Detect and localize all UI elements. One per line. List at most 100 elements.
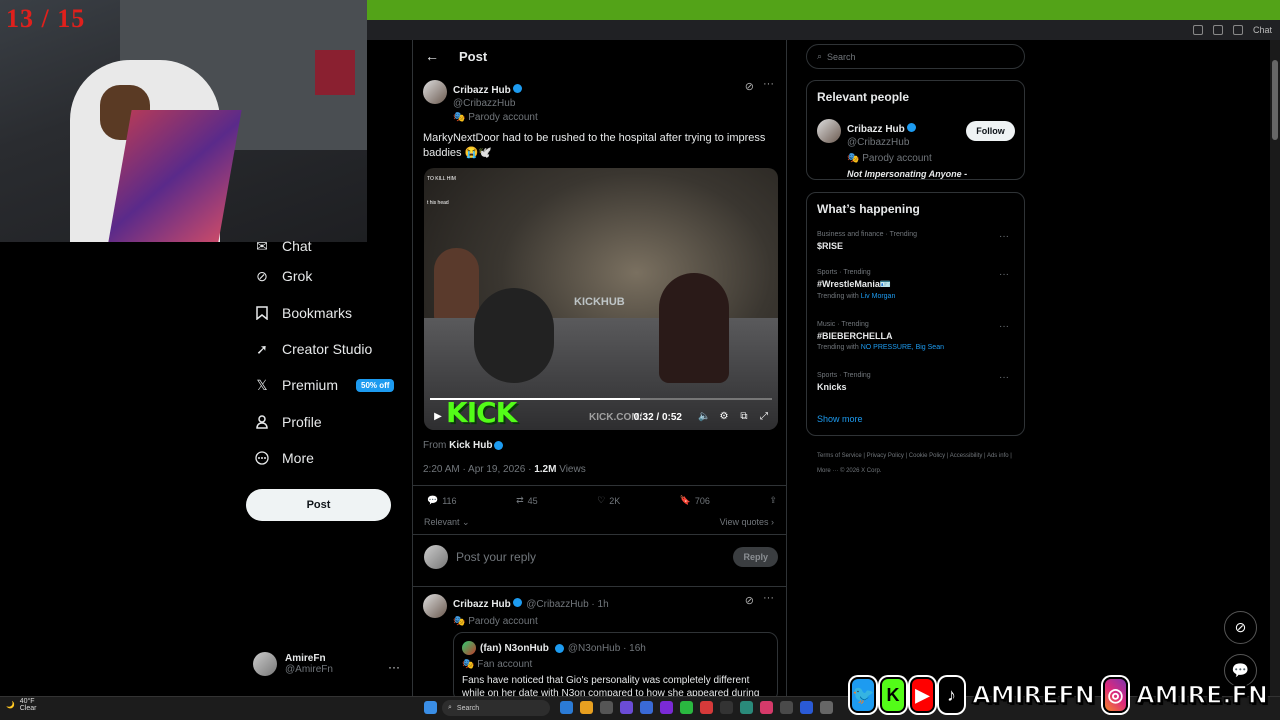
person-bio: Not Impersonating Anyone - xyxy=(847,169,968,179)
search-input[interactable]: ⌕ Search xyxy=(806,44,1025,69)
trend-related[interactable]: NO PRESSURE, Big Sean xyxy=(861,344,944,351)
nav-creator-studio[interactable]: ➚ Creator Studio xyxy=(254,339,372,359)
app-icon[interactable] xyxy=(720,701,733,714)
x-logo-icon: 𝕏 xyxy=(256,376,268,393)
social-handle: AMIREFN xyxy=(971,680,1095,710)
nav-more[interactable]: More xyxy=(254,448,314,468)
app-icon[interactable] xyxy=(640,701,653,714)
fullscreen-icon[interactable]: ⤢ xyxy=(758,411,770,423)
app-icon[interactable] xyxy=(660,701,673,714)
back-arrow-icon[interactable]: ← xyxy=(425,48,439,64)
video-person xyxy=(659,273,729,383)
avatar[interactable] xyxy=(423,80,447,104)
more-icon[interactable]: ··· xyxy=(999,269,1009,280)
divider xyxy=(413,485,786,486)
grok-icon[interactable]: ⊘ xyxy=(745,80,754,93)
like-action[interactable]: ♡ 2K xyxy=(597,495,620,506)
verified-icon xyxy=(512,598,522,608)
windows-start-icon[interactable] xyxy=(424,701,437,714)
chat-tab[interactable]: Chat xyxy=(1253,25,1272,35)
browser-toolbar: Chat xyxy=(367,20,1280,40)
nav-label: More xyxy=(282,450,314,466)
author-handle[interactable]: @CribazzHub xyxy=(453,98,538,109)
mask-icon: 🎭 xyxy=(453,616,466,627)
scrollbar[interactable] xyxy=(1270,40,1280,696)
picture-in-picture-icon[interactable]: ⧉ xyxy=(738,411,750,423)
sort-replies-dropdown[interactable]: Relevant ⌄ xyxy=(424,517,470,528)
premium-badge: 50% off xyxy=(356,378,395,392)
more-icon[interactable]: ··· xyxy=(999,231,1009,242)
nav-profile[interactable]: Profile xyxy=(254,412,322,432)
more-icon[interactable]: ··· xyxy=(388,660,400,674)
trend-item[interactable]: Sports · Trending #WrestleMania🪪 Trendin… xyxy=(817,269,1017,300)
more-icon[interactable]: ··· xyxy=(999,321,1009,332)
nav-grok[interactable]: ⊘ Grok xyxy=(254,266,312,286)
footer-links[interactable]: Terms of Service | Privacy Policy | Cook… xyxy=(817,449,1027,479)
more-icon[interactable]: ··· xyxy=(999,372,1009,383)
webcam-feed xyxy=(0,0,367,242)
avatar[interactable] xyxy=(817,119,841,143)
settings-icon[interactable]: ⚙ xyxy=(718,411,730,423)
weather-widget[interactable]: 🌙 40°F Clear xyxy=(6,698,36,712)
grok-icon[interactable]: ⊘ xyxy=(745,594,754,607)
scrollbar-thumb[interactable] xyxy=(1272,60,1278,140)
chrome-icon[interactable] xyxy=(580,701,593,714)
app-icon[interactable] xyxy=(780,701,793,714)
video-player[interactable]: TO KILL HIM t his head KICKHUB KICK KICK.… xyxy=(424,168,778,430)
search-icon: ⌕ xyxy=(817,51,823,61)
verified-icon xyxy=(906,123,916,133)
bookmark-action[interactable]: 🔖 706 xyxy=(680,495,710,506)
source-link[interactable]: Kick Hub xyxy=(449,440,492,451)
app-icon[interactable] xyxy=(600,701,613,714)
nav-premium[interactable]: 𝕏 Premium 50% off xyxy=(254,375,395,395)
app-icon[interactable] xyxy=(800,701,813,714)
account-switcher[interactable]: AmireFn @AmireFn xyxy=(253,652,333,676)
parody-label: Parody account xyxy=(468,112,538,123)
nav-bookmarks[interactable]: Bookmarks xyxy=(254,303,352,323)
timestamp[interactable]: 2:20 AM · Apr 19, 2026 · xyxy=(423,464,534,475)
nav-chat[interactable]: ✉ Chat xyxy=(254,236,311,256)
edge-icon[interactable] xyxy=(560,701,573,714)
view-quotes-link[interactable]: View quotes › xyxy=(720,517,774,527)
avatar[interactable] xyxy=(423,594,447,618)
trend-item[interactable]: Sports · Trending Knicks ··· xyxy=(817,372,1017,392)
reply-tweet[interactable]: Cribazz Hub @CribazzHub · 1h 🎭 Parody ac… xyxy=(423,592,776,627)
trend-related[interactable]: Liv Morgan xyxy=(861,293,896,300)
grok-icon[interactable]: ⊘ xyxy=(1224,611,1257,644)
extension-icon[interactable] xyxy=(1192,25,1203,35)
settings-icon[interactable] xyxy=(820,701,833,714)
repost-action[interactable]: ⇄ 45 xyxy=(516,495,538,506)
volume-icon[interactable]: 🔈 xyxy=(698,411,710,423)
app-icon[interactable] xyxy=(760,701,773,714)
reply-action[interactable]: 💬 116 xyxy=(427,495,457,506)
reply-input[interactable]: Post your reply xyxy=(456,550,536,564)
video-controls: ▶ 0:32 / 0:52 🔈 ⚙ ⧉ ⤢ xyxy=(432,408,770,426)
reply-button[interactable]: Reply xyxy=(733,547,778,567)
person-name[interactable]: Cribazz Hub xyxy=(847,124,905,135)
app-icon[interactable] xyxy=(700,701,713,714)
more-icon[interactable]: ··· xyxy=(763,592,774,604)
discord-icon[interactable] xyxy=(620,701,633,714)
trend-category: Sports · Trending xyxy=(817,269,871,276)
trend-item[interactable]: Business and finance · Trending $RISE ··… xyxy=(817,231,1017,251)
show-more-link[interactable]: Show more xyxy=(817,414,863,424)
extension-icon[interactable] xyxy=(1232,25,1243,35)
mask-icon: 🎭 xyxy=(453,112,466,123)
post-button[interactable]: Post xyxy=(246,489,391,521)
video-progress-bar[interactable] xyxy=(430,398,772,400)
author-name[interactable]: Cribazz Hub xyxy=(453,599,511,610)
quote-author-name: (fan) N3onHub xyxy=(480,642,549,654)
follow-button[interactable]: Follow xyxy=(966,121,1015,141)
app-icon[interactable] xyxy=(740,701,753,714)
divider xyxy=(413,534,786,535)
xbox-icon[interactable] xyxy=(680,701,693,714)
nav-label: Profile xyxy=(282,414,322,430)
author-name[interactable]: Cribazz Hub xyxy=(453,85,511,96)
more-icon[interactable]: ··· xyxy=(763,78,774,90)
quoted-tweet[interactable]: (fan) N3onHub @N3onHub · 16h 🎭 Fan accou… xyxy=(453,632,778,712)
trend-item[interactable]: Music · Trending #BIEBERCHELLA Trending … xyxy=(817,321,1017,351)
taskbar-search[interactable]: ⌕ Search xyxy=(442,700,550,716)
extension-icon[interactable] xyxy=(1212,25,1223,35)
share-action[interactable]: ⇪ xyxy=(769,495,777,506)
play-icon[interactable]: ▶ xyxy=(432,411,444,423)
